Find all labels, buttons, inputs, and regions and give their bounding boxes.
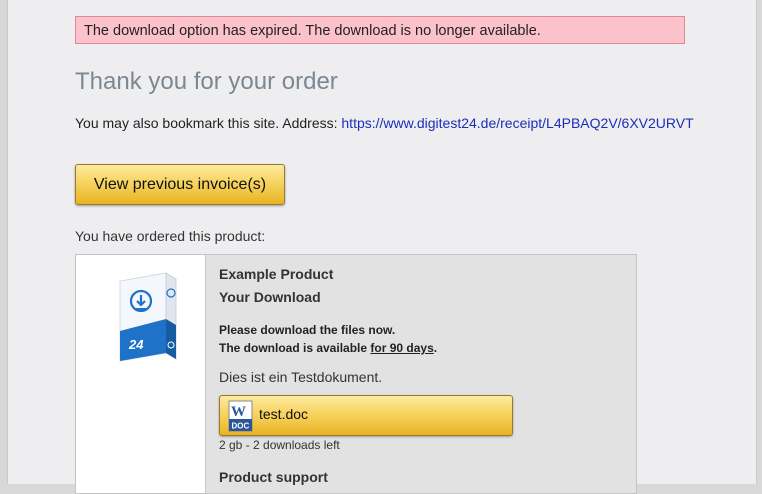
instruction-line-2-suffix: . bbox=[433, 341, 438, 355]
alert-text: The download option has expired. The dow… bbox=[84, 23, 541, 39]
product-name: Example Product bbox=[219, 266, 334, 282]
file-name: test.doc bbox=[259, 406, 309, 422]
page-container: The download option has expired. The dow… bbox=[7, 0, 757, 494]
view-invoices-button[interactable]: View previous invoice(s) bbox=[75, 164, 285, 205]
bookmark-line: You may also bookmark this site. Address… bbox=[75, 115, 694, 131]
page-title: Thank you for your order bbox=[75, 68, 338, 95]
doc-icon-label: DOC bbox=[232, 422, 250, 431]
svg-text:24: 24 bbox=[128, 337, 144, 352]
product-image-cell: 24 bbox=[76, 255, 205, 493]
svg-text:W: W bbox=[231, 404, 246, 420]
download-heading: Your Download bbox=[219, 289, 321, 305]
file-meta: 2 gb - 2 downloads left bbox=[219, 438, 340, 452]
download-instructions: Please download the files now. The downl… bbox=[219, 321, 437, 357]
ordered-intro: You have ordered this product: bbox=[75, 228, 266, 244]
word-doc-icon: W DOC bbox=[228, 400, 253, 432]
product-support-heading: Product support bbox=[219, 469, 328, 485]
instruction-line-1: Please download the files now. bbox=[219, 323, 396, 337]
download-file-button[interactable]: W DOC test.doc bbox=[219, 395, 513, 436]
product-info-panel: Example Product Your Download Please dow… bbox=[205, 255, 636, 493]
availability-duration: for 90 days bbox=[370, 341, 434, 355]
receipt-link[interactable]: https://www.digitest24.de/receipt/L4PBAQ… bbox=[341, 115, 693, 131]
bookmark-prefix: You may also bookmark this site. Address… bbox=[75, 115, 338, 131]
instruction-line-2: The download is available for 90 days. bbox=[219, 339, 437, 357]
product-box: 24 Example Product Your Download Please … bbox=[75, 254, 637, 494]
document-note: Dies ist ein Testdokument. bbox=[219, 369, 383, 385]
expired-alert: The download option has expired. The dow… bbox=[75, 16, 685, 44]
instruction-line-2-prefix: The download is available bbox=[219, 341, 368, 355]
software-box-icon: 24 bbox=[119, 272, 177, 362]
